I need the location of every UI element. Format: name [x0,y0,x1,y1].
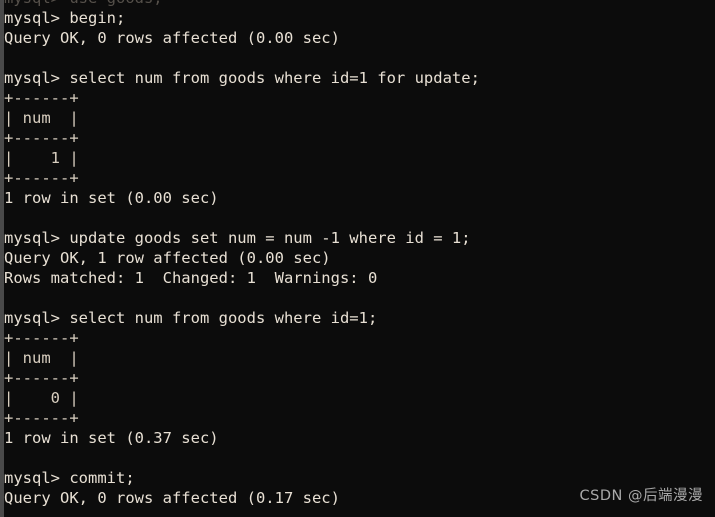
terminal-line: mysql> update goods set num = num -1 whe… [4,229,471,247]
terminal-line: +------+ [4,89,79,107]
terminal-line: 1 row in set (0.00 sec) [4,189,219,207]
terminal-line: +------+ [4,329,79,347]
terminal-line: Rows matched: 1 Changed: 1 Warnings: 0 [4,269,378,287]
terminal-line: +------+ [4,369,79,387]
terminal-line: +------+ [4,169,79,187]
terminal-window: mysql> use goods;mysql> begin; Query OK, … [0,0,715,517]
terminal-line: +------+ [4,129,79,147]
terminal-line: mysql> select num from goods where id=1; [4,309,378,327]
terminal-line: +------+ [4,409,79,427]
terminal-line: | 1 | [4,149,79,167]
scrollbar-thumb[interactable] [0,0,4,517]
terminal-line: | num | [4,109,79,127]
terminal-line: | num | [4,349,79,367]
terminal-line: Query OK, 1 row affected (0.00 sec) [4,249,331,267]
vertical-scrollbar[interactable] [0,0,4,517]
terminal-output[interactable]: mysql> use goods;mysql> begin; Query OK, … [4,0,715,508]
terminal-line: Query OK, 0 rows affected (0.00 sec) [4,29,340,47]
terminal-line: mysql> select num from goods where id=1 … [4,69,480,87]
terminal-line: 1 row in set (0.37 sec) [4,429,219,447]
terminal-line: | 0 | [4,389,79,407]
terminal-line: mysql> use goods; [4,0,715,8]
csdn-watermark: CSDN @后端漫漫 [579,488,703,504]
terminal-line: mysql> begin; [4,9,126,27]
